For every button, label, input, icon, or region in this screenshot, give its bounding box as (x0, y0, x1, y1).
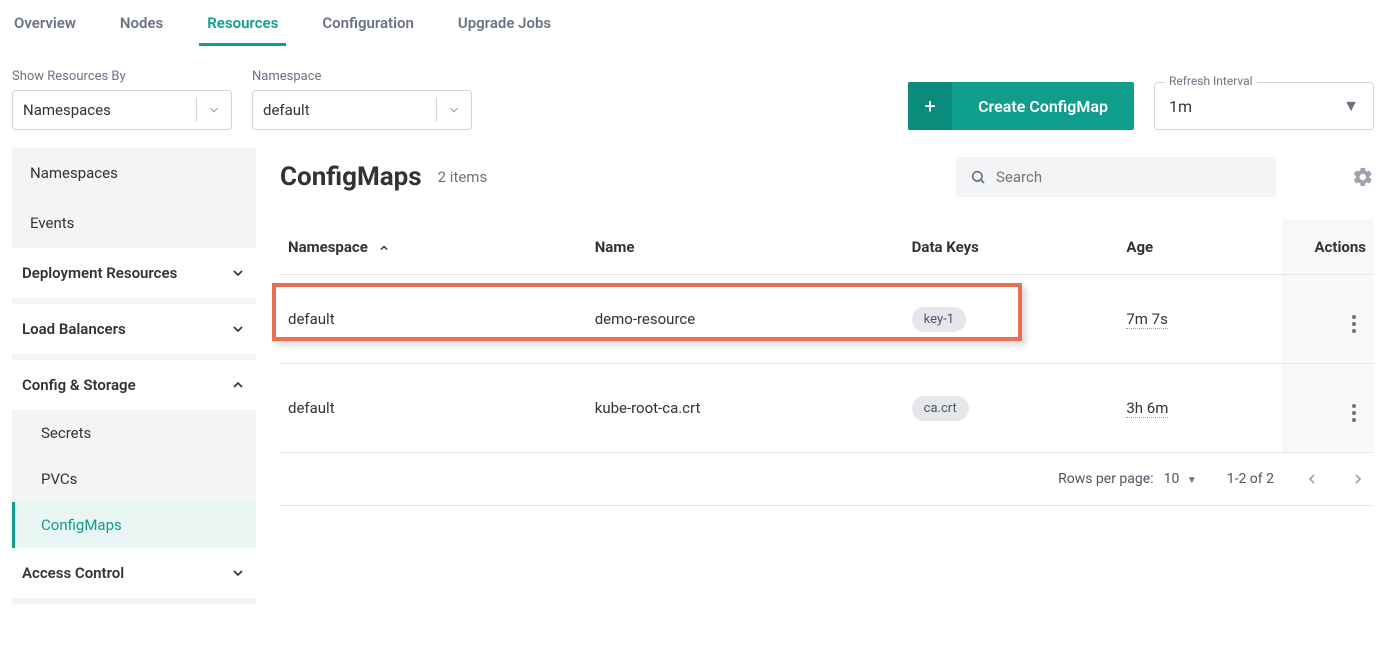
cell-age: 7m 7s (1126, 310, 1167, 329)
column-header-data-keys[interactable]: Data Keys (904, 220, 1119, 275)
sidebar-section-label: Config & Storage (22, 376, 136, 394)
rows-per-page-label: Rows per page: (1058, 471, 1153, 487)
refresh-interval-value: 1m (1169, 97, 1192, 116)
search-box[interactable] (956, 157, 1276, 197)
sidebar-item-secrets[interactable]: Secrets (12, 410, 256, 456)
sidebar-section-config-storage[interactable]: Config & Storage (12, 360, 256, 410)
tab-resources[interactable]: Resources (205, 10, 280, 46)
table-row[interactable]: default demo-resource key-1 7m 7s (280, 275, 1374, 364)
item-count: 2 items (438, 168, 488, 186)
chevron-down-icon (447, 103, 461, 117)
plus-icon: + (908, 82, 952, 130)
column-header-namespace[interactable]: Namespace (280, 220, 587, 275)
create-configmap-label: Create ConfigMap (952, 97, 1134, 116)
page-title: ConfigMaps (280, 162, 422, 192)
sidebar-section-load-balancers[interactable]: Load Balancers (12, 304, 256, 354)
triangle-down-icon: ▼ (1343, 96, 1359, 116)
search-icon (970, 169, 986, 185)
namespace-label: Namespace (252, 69, 472, 84)
triangle-down-icon: ▼ (1187, 475, 1197, 486)
chevron-down-icon (230, 321, 246, 337)
main-content: ConfigMaps 2 items Namespace (280, 148, 1374, 604)
data-key-tag: ca.crt (912, 396, 969, 421)
sidebar-section-label: Access Control (22, 564, 124, 582)
table-row[interactable]: default kube-root-ca.crt ca.crt 3h 6m (280, 364, 1374, 453)
show-resources-by-value: Namespaces (23, 101, 111, 119)
chevron-down-icon (207, 103, 221, 117)
cell-namespace: default (280, 364, 587, 453)
create-configmap-button[interactable]: + Create ConfigMap (908, 82, 1134, 130)
configmaps-table: Namespace Name Data Keys Age Actions def… (280, 220, 1374, 453)
namespace-value: default (263, 101, 310, 119)
top-tabs: Overview Nodes Resources Configuration U… (0, 0, 1386, 47)
namespace-select[interactable]: default (252, 90, 472, 130)
column-header-name[interactable]: Name (587, 220, 904, 275)
chevron-down-icon (230, 265, 246, 281)
cell-name: demo-resource (587, 275, 904, 364)
sidebar-item-pvcs[interactable]: PVCs (12, 456, 256, 502)
tab-nodes[interactable]: Nodes (118, 10, 165, 46)
sidebar-item-configmaps[interactable]: ConfigMaps (12, 502, 256, 548)
sidebar-section-access-control[interactable]: Access Control (12, 548, 256, 598)
tab-overview[interactable]: Overview (12, 10, 78, 46)
tab-configuration[interactable]: Configuration (320, 10, 416, 46)
sidebar-section-deployment-resources[interactable]: Deployment Resources (12, 248, 256, 298)
refresh-interval-select[interactable]: Refresh Interval 1m ▼ (1154, 82, 1374, 130)
refresh-interval-label: Refresh Interval (1165, 74, 1257, 88)
pagination-range: 1-2 of 2 (1227, 471, 1274, 487)
sidebar-item-events[interactable]: Events (12, 198, 256, 248)
chevron-up-icon (230, 377, 246, 393)
chevron-down-icon (230, 565, 246, 581)
sidebar-section-label: Load Balancers (22, 320, 126, 338)
row-actions-menu[interactable] (1342, 315, 1366, 333)
show-resources-by-select[interactable]: Namespaces (12, 90, 232, 130)
column-header-age[interactable]: Age (1118, 220, 1282, 275)
tab-upgrade-jobs[interactable]: Upgrade Jobs (456, 10, 553, 46)
pagination: Rows per page: 10 ▼ 1-2 of 2 (280, 453, 1374, 506)
show-resources-by-label: Show Resources By (12, 69, 232, 84)
prev-page-button[interactable] (1304, 471, 1320, 487)
filter-row: Show Resources By Namespaces Namespace d… (0, 47, 1386, 148)
sort-asc-icon (378, 242, 390, 254)
row-actions-menu[interactable] (1342, 404, 1366, 422)
cell-name: kube-root-ca.crt (587, 364, 904, 453)
rows-per-page-select[interactable]: 10 ▼ (1164, 471, 1197, 487)
search-input[interactable] (996, 168, 1262, 186)
sidebar-item-namespaces[interactable]: Namespaces (12, 148, 256, 198)
gear-icon[interactable] (1352, 166, 1374, 188)
next-page-button[interactable] (1350, 471, 1366, 487)
sidebar: Namespaces Events Deployment Resources L… (12, 148, 256, 604)
data-key-tag: key-1 (912, 307, 966, 332)
cell-age: 3h 6m (1126, 399, 1168, 418)
cell-namespace: default (288, 310, 335, 328)
sidebar-section-label: Deployment Resources (22, 264, 177, 282)
column-header-actions: Actions (1282, 220, 1374, 275)
